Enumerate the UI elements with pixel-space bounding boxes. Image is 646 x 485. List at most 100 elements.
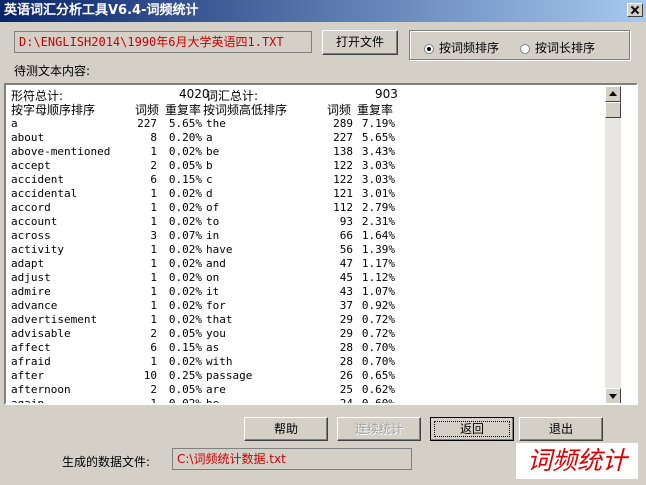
ranked-rate: 0.92% <box>361 299 395 312</box>
word: across <box>11 229 51 242</box>
ranked-word: you <box>206 327 226 340</box>
ranked-rate: 1.39% <box>361 243 395 256</box>
word-frequency: 2 <box>150 159 157 172</box>
ranked-frequency: 93 <box>339 215 353 228</box>
ranked-rate: 3.01% <box>361 187 395 200</box>
output-file-path: C:\词频统计数据.txt <box>172 448 412 470</box>
sort-by-frequency-radio[interactable]: 按词频排序 <box>424 39 499 56</box>
word: advertisement <box>11 313 98 326</box>
ranked-word: as <box>206 341 220 354</box>
word-frequency: 1 <box>150 215 157 228</box>
word-frequency: 1 <box>150 271 157 284</box>
word: admire <box>11 285 51 298</box>
ranked-rate: 0.62% <box>361 383 395 396</box>
sort-by-length-radio[interactable]: 按词长排序 <box>520 39 595 56</box>
ranked-word: with <box>206 355 233 368</box>
scroll-up-icon[interactable] <box>605 86 621 102</box>
list-item: above-mentioned 1 0.02% be 138 3.43% <box>9 145 621 159</box>
ranked-word: in <box>206 229 220 242</box>
output-file-label: 生成的数据文件: <box>62 455 151 469</box>
list-item: adjust 1 0.02% on 45 1.12% <box>9 271 621 285</box>
alpha-column-title: 按字母顺序排序 <box>11 103 96 117</box>
open-file-button[interactable]: 打开文件 <box>322 30 398 55</box>
list-item: activity 1 0.02% have 56 1.39% <box>9 243 621 257</box>
word-rate: 0.02% <box>168 145 202 158</box>
ranked-rate: 3.03% <box>361 159 395 172</box>
list-item: a 227 5.65% the 289 7.19% <box>9 117 621 131</box>
word-rate: 0.05% <box>168 159 202 172</box>
word: adapt <box>11 257 45 270</box>
word: accept <box>11 159 51 172</box>
vertical-scrollbar[interactable] <box>605 86 621 403</box>
list-item: again 1 0.02% he 24 0.60% <box>9 397 621 404</box>
word-rate: 5.65% <box>168 117 202 130</box>
ranked-rate: 2.31% <box>361 215 395 228</box>
result-text-area[interactable]: 形符总计: 4020 词汇总计: 903 按字母顺序排序 词频 重复率 按词频高… <box>4 83 638 405</box>
word-frequency: 6 <box>150 341 157 354</box>
list-item: advisable 2 0.05% you 29 0.72% <box>9 327 621 341</box>
list-item: about 8 0.20% a 227 5.65% <box>9 131 621 145</box>
word-rate: 0.02% <box>168 397 202 404</box>
ranked-word: d <box>206 187 213 200</box>
ranked-word: on <box>206 271 220 284</box>
ranked-rate: 0.70% <box>361 355 395 368</box>
ranked-word: passage <box>206 369 253 382</box>
text-content-label: 待测文本内容: <box>14 64 91 78</box>
ranked-rate: 0.70% <box>361 341 395 354</box>
ranked-word: to <box>206 215 220 228</box>
freq-freq-header: 词频 <box>327 103 352 117</box>
ranked-frequency: 227 <box>333 131 353 144</box>
word-rate: 0.05% <box>168 383 202 396</box>
close-icon[interactable] <box>627 3 643 17</box>
ranked-rate: 2.79% <box>361 201 395 214</box>
radio-unselected-icon <box>520 43 530 54</box>
exit-button[interactable]: 退出 <box>519 417 603 441</box>
ranked-rate: 1.12% <box>361 271 395 284</box>
batch-statistics-button[interactable]: 连续统计 <box>337 417 421 441</box>
word-frequency: 1 <box>150 299 157 312</box>
word: after <box>11 369 45 382</box>
word-rate: 0.05% <box>168 327 202 340</box>
alpha-freq-header: 词频 <box>135 103 160 117</box>
list-item: advance 1 0.02% for 37 0.92% <box>9 299 621 313</box>
ranked-frequency: 29 <box>339 313 353 326</box>
word: accident <box>11 173 64 186</box>
list-item: after 10 0.25% passage 26 0.65% <box>9 369 621 383</box>
word-frequency: 1 <box>150 355 157 368</box>
ranked-frequency: 122 <box>333 159 353 172</box>
list-item: account 1 0.02% to 93 2.31% <box>9 215 621 229</box>
ranked-word: he <box>206 397 220 404</box>
ranked-word: of <box>206 201 220 214</box>
sort-by-length-label: 按词长排序 <box>535 41 596 55</box>
help-button[interactable]: 帮助 <box>244 417 328 441</box>
ranked-frequency: 66 <box>339 229 353 242</box>
ranked-rate: 3.03% <box>361 173 395 186</box>
word: activity <box>11 243 64 256</box>
word: adjust <box>11 271 51 284</box>
scroll-down-icon[interactable] <box>605 388 621 403</box>
ranked-rate: 3.43% <box>361 145 395 158</box>
word-rate: 0.02% <box>168 285 202 298</box>
word-rate: 0.02% <box>168 215 202 228</box>
scroll-thumb[interactable] <box>605 102 621 118</box>
list-item: affect 6 0.15% as 28 0.70% <box>9 341 621 355</box>
word-rate: 0.02% <box>168 243 202 256</box>
word-frequency: 1 <box>150 313 157 326</box>
ranked-word: are <box>206 383 226 396</box>
list-item: accidental 1 0.02% d 121 3.01% <box>9 187 621 201</box>
ranked-word: c <box>206 173 213 186</box>
ranked-rate: 5.65% <box>361 131 395 144</box>
source-file-path: D:\ENGLISH2014\1990年6月大学英语四1.TXT <box>14 31 312 53</box>
word-rate: 0.25% <box>168 369 202 382</box>
ranked-frequency: 26 <box>339 369 353 382</box>
ranked-frequency: 29 <box>339 327 353 340</box>
ranked-frequency: 25 <box>339 383 353 396</box>
word-rate: 0.02% <box>168 271 202 284</box>
back-button[interactable]: 返回 <box>430 417 514 441</box>
word-frequency: 1 <box>150 201 157 214</box>
word-frequency: 1 <box>150 187 157 200</box>
ranked-frequency: 37 <box>339 299 353 312</box>
ranked-word: for <box>206 299 226 312</box>
list-item: advertisement 1 0.02% that 29 0.72% <box>9 313 621 327</box>
ranked-word: be <box>206 145 220 158</box>
